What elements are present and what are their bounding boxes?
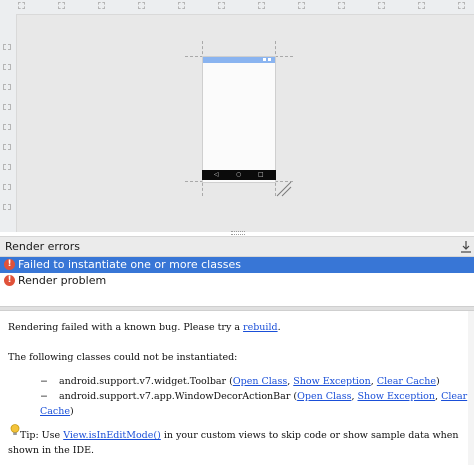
- error-item-failed-instantiate[interactable]: ! Failed to instantiate one or more clas…: [0, 257, 474, 273]
- error-icon: !: [4, 275, 15, 286]
- ruler-tick: [378, 2, 385, 9]
- signal-icon: [263, 58, 266, 61]
- render-errors-header: Render errors: [0, 236, 474, 257]
- ruler-tick: [3, 64, 11, 70]
- ruler-tick: [258, 2, 265, 9]
- status-bar: [203, 57, 275, 63]
- lightbulb-icon: [10, 424, 20, 435]
- ruler-tick: [58, 2, 65, 9]
- ruler-tick: [298, 2, 305, 9]
- ruler-tick: [178, 2, 185, 9]
- error-item-render-problem[interactable]: ! Render problem: [0, 273, 474, 289]
- open-class-link[interactable]: Open Class: [233, 376, 287, 387]
- ruler-tick: [3, 124, 11, 130]
- ruler-tick: [3, 84, 11, 90]
- error-icon: !: [4, 259, 15, 270]
- grip-line: [231, 231, 245, 233]
- navigation-bar: ◁ ○ □: [202, 170, 276, 180]
- home-icon: ○: [236, 171, 242, 178]
- error-item-label: Failed to instantiate one or more classe…: [18, 258, 241, 271]
- ruler-tick: [418, 2, 425, 9]
- tip-message-cont: shown in the IDE.: [8, 445, 95, 456]
- error-details-pane: Rendering failed with a known bug. Pleas…: [0, 311, 474, 465]
- ruler-tick: [138, 2, 145, 9]
- resize-handle-icon[interactable]: [276, 181, 292, 197]
- ruler-tick: [3, 144, 11, 150]
- rebuild-link[interactable]: rebuild: [243, 322, 278, 333]
- details-scrollbar[interactable]: [468, 311, 474, 465]
- error-item-label: Render problem: [18, 274, 107, 287]
- left-ruler: [0, 14, 17, 232]
- open-class-link[interactable]: Open Class: [297, 391, 351, 402]
- classes-heading: The following classes could not be insta…: [8, 352, 238, 363]
- ruler-tick: [98, 2, 105, 9]
- ruler-tick: [3, 204, 11, 210]
- clear-cache-link[interactable]: Clear Cache: [377, 376, 436, 387]
- ruler-tick: [458, 2, 465, 9]
- recent-apps-icon: □: [258, 171, 264, 178]
- show-exception-link[interactable]: Show Exception: [358, 391, 436, 402]
- battery-icon: [268, 58, 271, 61]
- split-handle[interactable]: [231, 231, 245, 235]
- class-item-window-decor: − android.support.v7.app.WindowDecorActi…: [40, 391, 468, 402]
- clear-cache-link[interactable]: Cache: [40, 406, 70, 417]
- device-preview[interactable]: [202, 56, 276, 183]
- clear-cache-link[interactable]: Clear: [441, 391, 467, 402]
- ruler-tick: [338, 2, 345, 9]
- show-exception-link[interactable]: Show Exception: [293, 376, 371, 387]
- is-in-edit-mode-link[interactable]: View.isInEditMode(): [63, 430, 161, 441]
- back-icon: ◁: [214, 171, 219, 178]
- export-icon[interactable]: [460, 240, 472, 253]
- ruler-tick: [3, 44, 11, 50]
- design-canvas[interactable]: ◁ ○ □: [17, 15, 474, 232]
- ruler-tick: [218, 2, 225, 9]
- tip-message: Tip: Use View.isInEditMode() in your cus…: [20, 430, 459, 441]
- error-list-empty-area: [0, 289, 474, 306]
- panel-title: Render errors: [5, 240, 81, 253]
- ruler-tick: [3, 184, 11, 190]
- class-item-toolbar: − android.support.v7.widget.Toolbar (Ope…: [40, 376, 440, 387]
- rebuild-message: Rendering failed with a known bug. Pleas…: [8, 322, 281, 333]
- ruler-tick: [3, 104, 11, 110]
- ruler-tick: [3, 164, 11, 170]
- ruler-tick: [18, 2, 25, 9]
- class-item-window-decor-cont: Cache): [40, 406, 74, 417]
- top-ruler: [0, 0, 474, 15]
